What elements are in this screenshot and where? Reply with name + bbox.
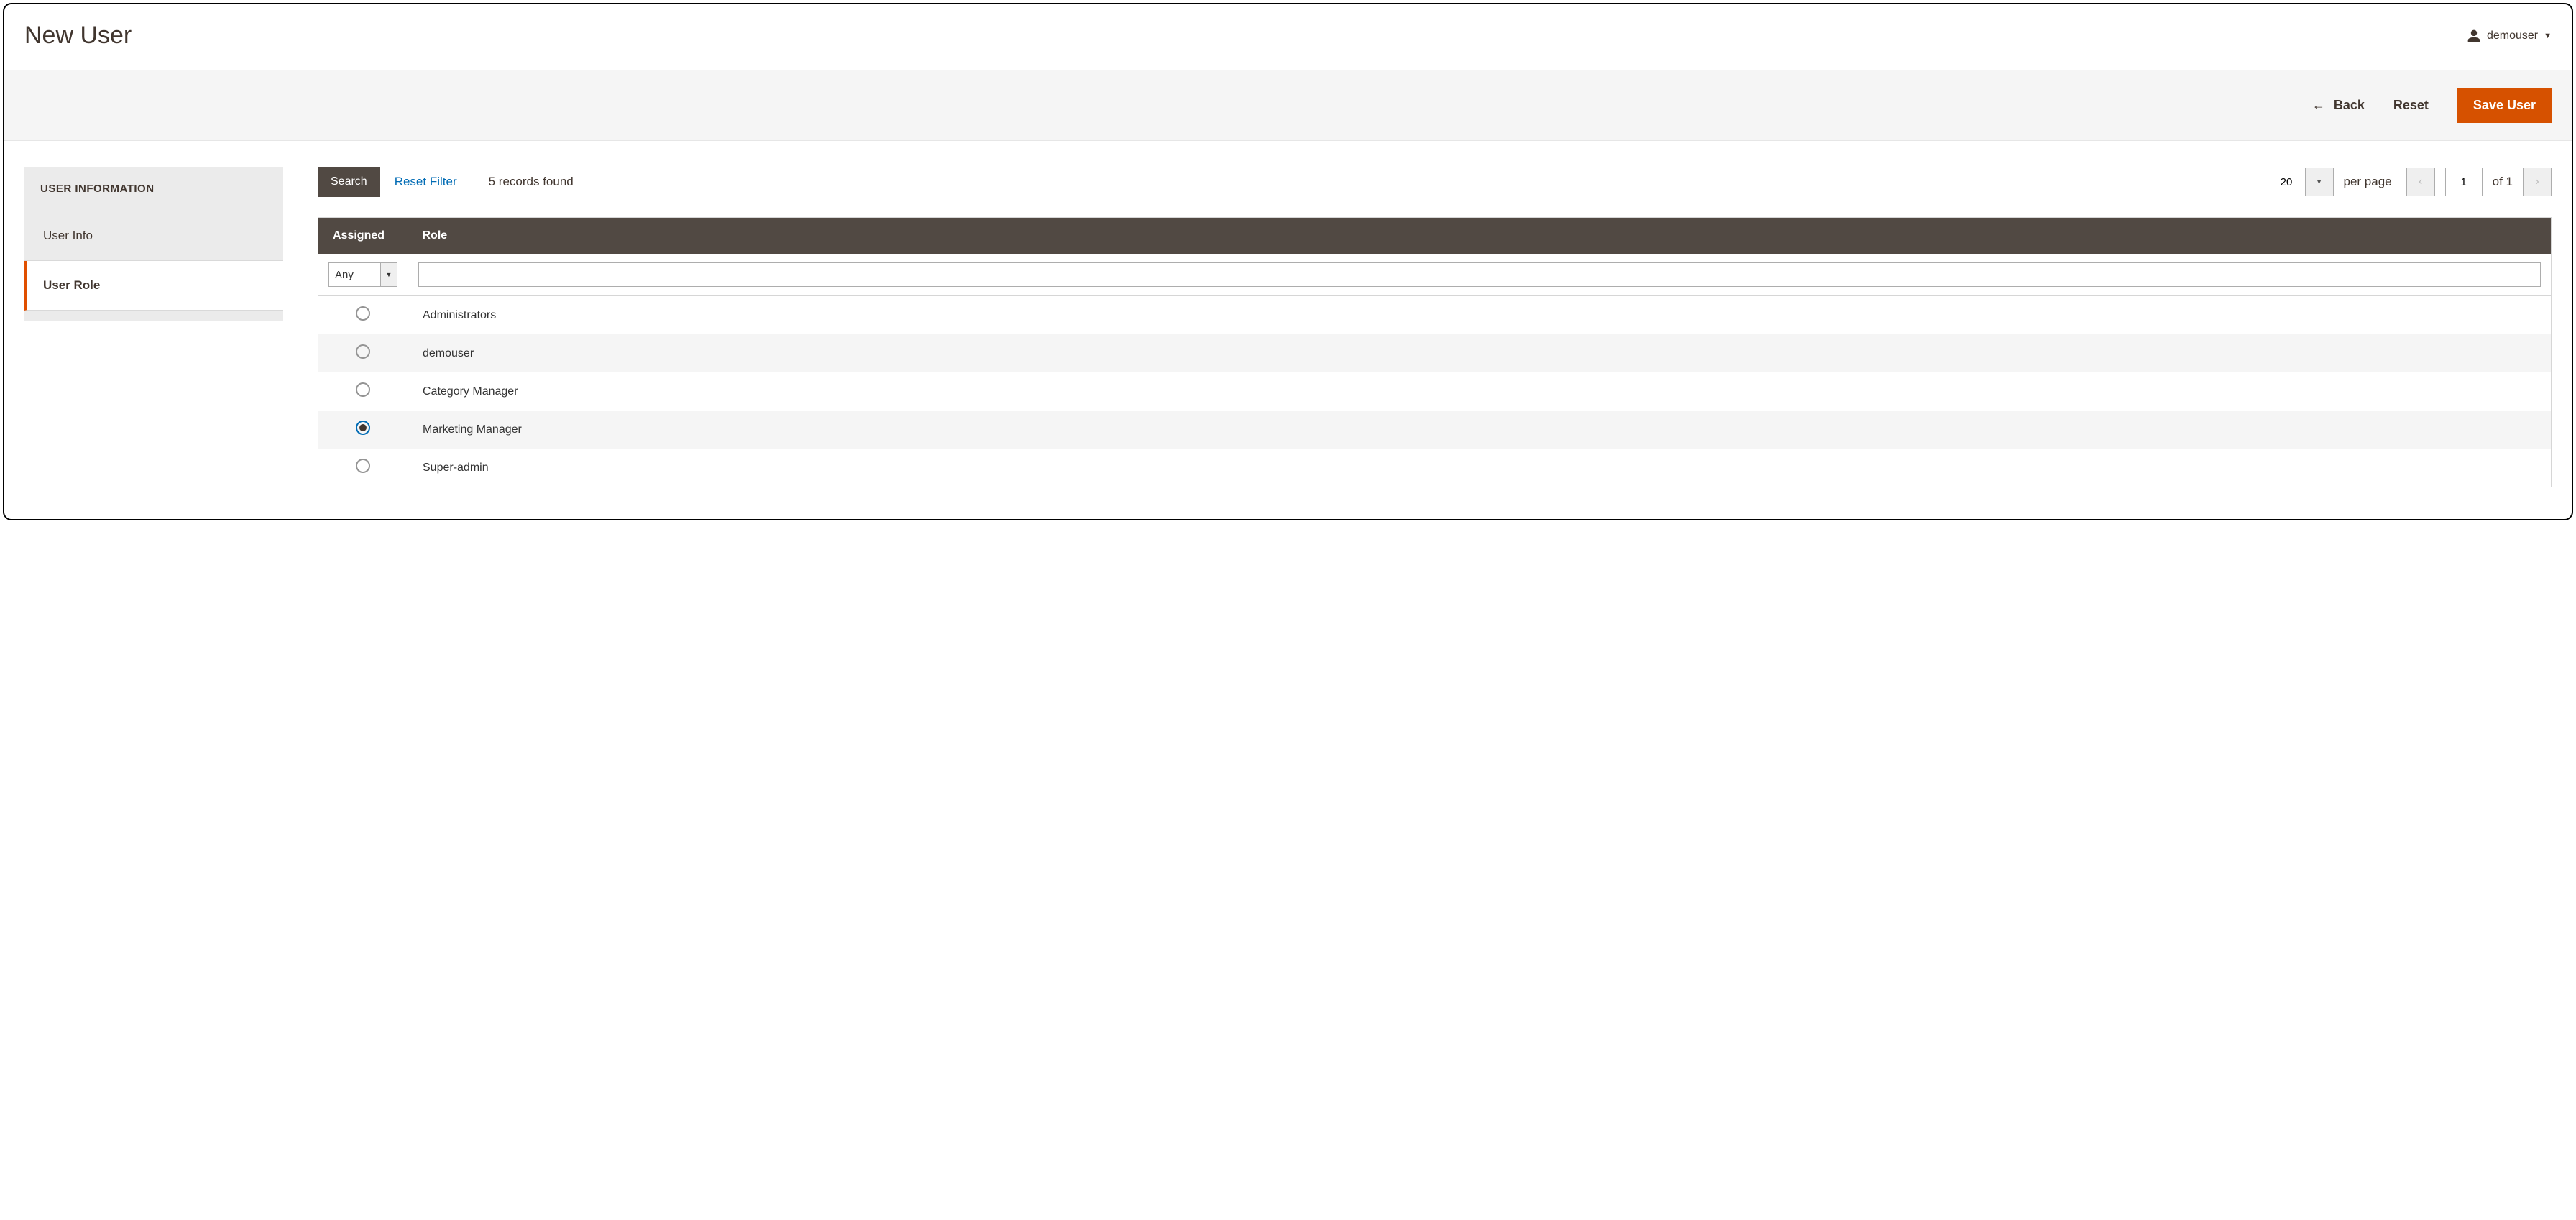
assigned-filter-select[interactable]: Any ▼ [328, 262, 397, 287]
role-name-cell: Marketing Manager [408, 411, 2552, 449]
grid-toolbar: Search Reset Filter 5 records found ▼ pe… [318, 167, 2552, 197]
assigned-filter-value: Any [328, 262, 380, 287]
table-row[interactable]: Category Manager [318, 372, 2552, 411]
per-page-label: per page [2344, 175, 2392, 189]
records-found-label: 5 records found [489, 175, 574, 189]
chevron-right-icon: › [2535, 175, 2539, 188]
sidebar-item-label: User Info [43, 229, 93, 242]
per-page-dropdown-button[interactable]: ▼ [2305, 168, 2334, 196]
caret-down-icon: ▼ [2544, 32, 2552, 40]
filter-row: Any ▼ [318, 254, 2552, 296]
caret-down-icon: ▼ [386, 271, 392, 278]
arrow-left-icon: ← [2312, 98, 2325, 113]
role-name-cell: Super-admin [408, 449, 2552, 487]
sidebar-item-label: User Role [43, 278, 100, 292]
role-name-cell: demouser [408, 334, 2552, 372]
per-page-input[interactable] [2268, 168, 2305, 196]
main-panel: Search Reset Filter 5 records found ▼ pe… [318, 167, 2552, 487]
save-user-button[interactable]: Save User [2457, 88, 2552, 123]
assigned-radio[interactable] [356, 306, 370, 321]
assigned-radio[interactable] [356, 344, 370, 359]
sidebar-footer [24, 311, 283, 321]
page-number-input[interactable] [2445, 168, 2483, 196]
content-area: USER INFORMATION User Info User Role Sea… [4, 141, 2572, 496]
prev-page-button[interactable]: ‹ [2406, 168, 2435, 196]
reset-button[interactable]: Reset [2393, 98, 2429, 113]
role-filter-input[interactable] [418, 262, 2541, 287]
table-row[interactable]: Administrators [318, 296, 2552, 335]
page-title: New User [24, 22, 132, 50]
table-row[interactable]: Marketing Manager [318, 411, 2552, 449]
account-username: demouser [2487, 29, 2538, 42]
roles-grid: Assigned Role Any ▼ [318, 217, 2552, 487]
reset-label: Reset [2393, 98, 2429, 112]
page-header: New User demouser ▼ [4, 4, 2572, 70]
per-page-group: ▼ per page [2268, 168, 2392, 196]
next-page-button[interactable]: › [2523, 168, 2552, 196]
back-button[interactable]: ← Back [2312, 98, 2365, 113]
column-header-role[interactable]: Role [408, 218, 2552, 254]
sidebar-item-user-role[interactable]: User Role [24, 261, 283, 311]
caret-down-icon: ▼ [2316, 178, 2323, 186]
table-row[interactable]: demouser [318, 334, 2552, 372]
sidebar: USER INFORMATION User Info User Role [24, 167, 283, 321]
page-total-label: of 1 [2493, 175, 2513, 189]
assigned-radio[interactable] [356, 459, 370, 473]
table-row[interactable]: Super-admin [318, 449, 2552, 487]
assigned-radio[interactable] [356, 382, 370, 397]
role-name-cell: Category Manager [408, 372, 2552, 411]
column-header-assigned[interactable]: Assigned [318, 218, 408, 254]
admin-window: New User demouser ▼ ← Back Reset Save Us… [3, 3, 2573, 520]
reset-filter-link[interactable]: Reset Filter [395, 175, 457, 189]
sidebar-item-user-info[interactable]: User Info [24, 211, 283, 261]
chevron-left-icon: ‹ [2419, 175, 2422, 188]
action-bar: ← Back Reset Save User [4, 70, 2572, 141]
role-name-cell: Administrators [408, 296, 2552, 335]
user-icon [2467, 29, 2481, 43]
account-menu[interactable]: demouser ▼ [2467, 29, 2552, 43]
sidebar-heading: USER INFORMATION [24, 167, 283, 211]
search-button[interactable]: Search [318, 167, 380, 197]
assigned-filter-dropdown-button[interactable]: ▼ [380, 262, 397, 287]
assigned-radio[interactable] [356, 421, 370, 435]
pagination-group: ‹ of 1 › [2406, 168, 2552, 196]
back-label: Back [2334, 98, 2365, 113]
